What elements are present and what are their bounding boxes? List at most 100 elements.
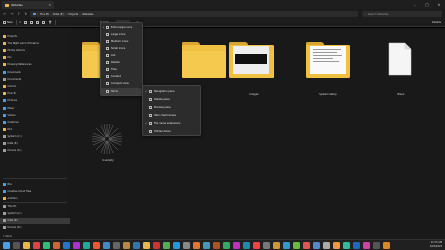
search-input[interactable]: ⌕ Search Websites — [362, 11, 442, 17]
tab-close-icon[interactable]: ✕ — [48, 3, 51, 7]
sidebar-item-drive[interactable]: Drivers (D:) — [3, 225, 21, 230]
app-icon[interactable] — [93, 242, 100, 249]
menu-item-item-check-boxes[interactable]: Item check boxes — [143, 111, 202, 119]
app-icon[interactable] — [83, 242, 90, 249]
sidebar-item[interactable]: Drawing References — [3, 62, 31, 67]
new-button[interactable]: New — [3, 21, 13, 24]
app-icon[interactable] — [383, 242, 390, 249]
app-icon[interactable] — [333, 242, 340, 249]
share-icon[interactable] — [42, 21, 46, 24]
refresh-icon[interactable]: ↻ — [23, 11, 29, 17]
app-icon[interactable] — [103, 242, 110, 249]
menu-item-navigation-pane[interactable]: ✓ Navigation pane — [143, 87, 202, 95]
sidebar-item-drive[interactable]: Data (E:) — [3, 141, 18, 146]
app-icon[interactable] — [123, 242, 130, 249]
app-icon[interactable] — [213, 242, 220, 249]
close-button[interactable]: ✕ — [433, 0, 445, 9]
sidebar-item[interactable]: Projects — [3, 34, 17, 39]
app-icon[interactable] — [293, 242, 300, 249]
app-icon[interactable] — [143, 242, 150, 249]
breadcrumb-websites[interactable]: Websites — [82, 13, 93, 16]
minimize-button[interactable]: – — [409, 0, 421, 9]
sidebar-item-drive[interactable]: Drivers (D:) — [3, 148, 21, 153]
app-icon[interactable] — [153, 242, 160, 249]
sidebar-item[interactable]: Pics — [3, 127, 12, 132]
app-icon[interactable] — [303, 242, 310, 249]
sidebar-item-music[interactable]: Music — [3, 106, 14, 111]
start-icon[interactable] — [3, 242, 10, 249]
app-icon[interactable] — [363, 242, 370, 249]
breadcrumb[interactable]: › This PC › Data (E:) › Projects › Websi… — [30, 11, 358, 17]
sidebar-item[interactable]: The Night Land of Dreams — [3, 41, 39, 46]
sidebar-item-creative-cloud[interactable]: Creative Cloud Files — [3, 189, 31, 194]
app-icon[interactable] — [53, 242, 60, 249]
menu-item-extra-large-icons[interactable]: • Extra large icons — [101, 24, 144, 31]
menu-item-content[interactable]: Content — [101, 73, 144, 80]
details-button[interactable]: Details — [432, 21, 441, 24]
system-tray-clock[interactable]: 11:53 AM 3/25/2024 — [430, 241, 442, 249]
app-icon[interactable] — [343, 242, 350, 249]
sidebar-item-drive[interactable]: System (C:) — [3, 211, 22, 216]
menu-item-large-icons[interactable]: Large icons — [101, 31, 144, 38]
sidebar-item-drive[interactable]: Data (E:) — [3, 218, 18, 223]
tab-websites[interactable]: Websites ✕ — [2, 1, 54, 9]
menu-item-small-icons[interactable]: Small icons — [101, 45, 144, 52]
up-icon[interactable]: ↑ — [16, 11, 22, 17]
maximize-button[interactable]: □ — [421, 0, 433, 9]
menu-item-hidden-items[interactable]: Hidden items — [143, 127, 202, 135]
forward-icon[interactable]: → — [9, 11, 15, 17]
app-icon[interactable] — [183, 242, 190, 249]
app-icon[interactable] — [73, 242, 80, 249]
sidebar-item-videos[interactable]: Videos — [3, 113, 15, 118]
sidebar-item-this-pc[interactable]: This PC — [3, 204, 16, 209]
sidebar-item[interactable]: Audition — [3, 196, 17, 201]
breadcrumb-data[interactable]: Data (E:) — [53, 13, 64, 16]
menu-item-tiles[interactable]: Tiles — [101, 66, 144, 73]
app-icon[interactable] — [273, 242, 280, 249]
rename-icon[interactable] — [36, 21, 40, 24]
cut-icon[interactable]: ✂ — [19, 21, 21, 24]
app-icon[interactable] — [243, 242, 250, 249]
app-icon[interactable] — [43, 242, 50, 249]
app-icon[interactable] — [223, 242, 230, 249]
copy-icon[interactable] — [24, 21, 28, 24]
menu-item-preview-pane[interactable]: Preview pane — [143, 103, 202, 111]
app-icon[interactable] — [323, 242, 330, 249]
app-icon[interactable] — [33, 242, 40, 249]
app-icon[interactable] — [173, 242, 180, 249]
app-icon[interactable] — [193, 242, 200, 249]
sidebar-item-documents[interactable]: Documents — [3, 77, 21, 82]
back-icon[interactable]: ← — [2, 11, 8, 17]
app-icon[interactable] — [253, 242, 260, 249]
app-icon[interactable] — [313, 242, 320, 249]
sidebar-item[interactable]: Fav — [3, 55, 12, 60]
menu-item-show[interactable]: Show › — [101, 88, 144, 95]
sidebar-item[interactable]: How To — [3, 91, 16, 96]
app-icon[interactable] — [353, 242, 360, 249]
search-icon[interactable] — [13, 242, 20, 249]
app-icon[interactable] — [263, 242, 270, 249]
breadcrumb-this-pc[interactable]: This PC — [40, 13, 49, 16]
app-icon[interactable] — [373, 242, 380, 249]
sidebar-item-onedrive[interactable]: OneDrive — [3, 120, 19, 125]
file-explorer-icon[interactable] — [23, 242, 30, 249]
app-icon[interactable] — [133, 242, 140, 249]
paste-icon[interactable] — [30, 21, 34, 24]
app-icon[interactable] — [113, 242, 120, 249]
sidebar-item-drive[interactable]: System (C:) — [3, 134, 22, 139]
app-icon[interactable] — [203, 242, 210, 249]
breadcrumb-projects[interactable]: Projects — [68, 13, 78, 16]
menu-item-medium-icons[interactable]: Medium icons — [101, 38, 144, 45]
sidebar-item-box[interactable]: Box — [3, 182, 12, 187]
delete-icon[interactable]: 🗑 — [48, 21, 51, 24]
menu-item-details-pane[interactable]: Details pane — [143, 95, 202, 103]
app-icon[interactable] — [163, 242, 170, 249]
app-icon[interactable] — [233, 242, 240, 249]
sidebar-item-pictures[interactable]: Pictures — [3, 98, 17, 103]
sidebar-item[interactable]: Comics — [3, 84, 16, 89]
app-icon[interactable] — [63, 242, 70, 249]
menu-item-file-name-extensions[interactable]: ✓ File name extensions — [143, 119, 202, 127]
sidebar-item-downloads[interactable]: Downloads — [3, 70, 21, 75]
sidebar-item[interactable]: Family Albums — [3, 48, 25, 53]
app-icon[interactable] — [283, 242, 290, 249]
